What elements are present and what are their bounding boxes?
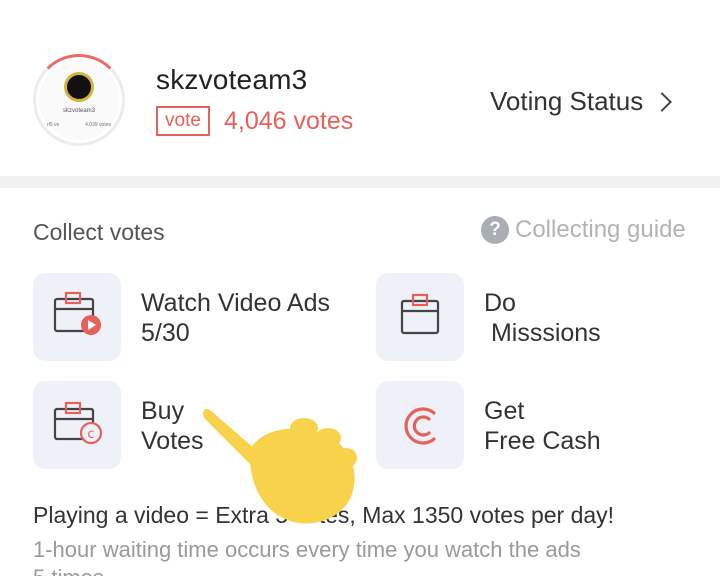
avatar-meta-left: rl5 ve — [47, 122, 60, 128]
username: skzvoteam3 — [156, 64, 308, 95]
avatar-meta-right: 4,039 votes — [85, 122, 111, 128]
tile-icon-box — [376, 273, 464, 361]
avatar-name: skzvoteam3 — [62, 108, 95, 114]
chevron-right-icon — [652, 91, 673, 112]
avatar-image: skzvoteam3 rl5 ve 4,039 votes — [39, 60, 119, 140]
do-missions-label: Do Misssions — [484, 289, 601, 347]
tile-icon-box — [33, 273, 121, 361]
section-divider — [0, 176, 720, 188]
buy-votes-label: Buy Votes — [141, 397, 204, 455]
pointing-hand-icon — [203, 408, 357, 524]
avatar[interactable]: skzvoteam3 rl5 ve 4,039 votes — [33, 54, 125, 146]
collecting-guide-link[interactable]: ? Collecting guide — [481, 216, 686, 244]
calendar-coin-icon: c — [53, 401, 103, 445]
vote-count: 4,046 votes — [224, 107, 354, 135]
waiting-note: 1-hour waiting time occurs every time yo… — [33, 537, 581, 576]
watch-video-ads-label: Watch Video Ads 5/30 — [141, 289, 331, 347]
profile-header: skzvoteam3 rl5 ve 4,039 votes skzvoteam3… — [0, 0, 720, 176]
tile-icon-box — [376, 381, 464, 469]
tile-icon-box: c — [33, 381, 121, 469]
avatar-meta: rl5 ve 4,039 votes — [47, 122, 111, 128]
cash-coin-icon — [404, 407, 436, 445]
collecting-guide-label: Collecting guide — [515, 216, 686, 243]
emblem-icon — [64, 72, 94, 102]
calendar-icon — [400, 293, 440, 335]
voting-status-link[interactable]: Voting Status — [490, 86, 673, 117]
get-free-cash-label: Get Free Cash — [484, 397, 601, 455]
voting-status-label: Voting Status — [490, 86, 644, 116]
vote-badge: vote — [156, 106, 210, 136]
section-title: Collect votes — [33, 219, 165, 245]
help-icon: ? — [481, 216, 509, 244]
calendar-play-icon — [53, 291, 101, 335]
svg-text:c: c — [87, 427, 94, 442]
